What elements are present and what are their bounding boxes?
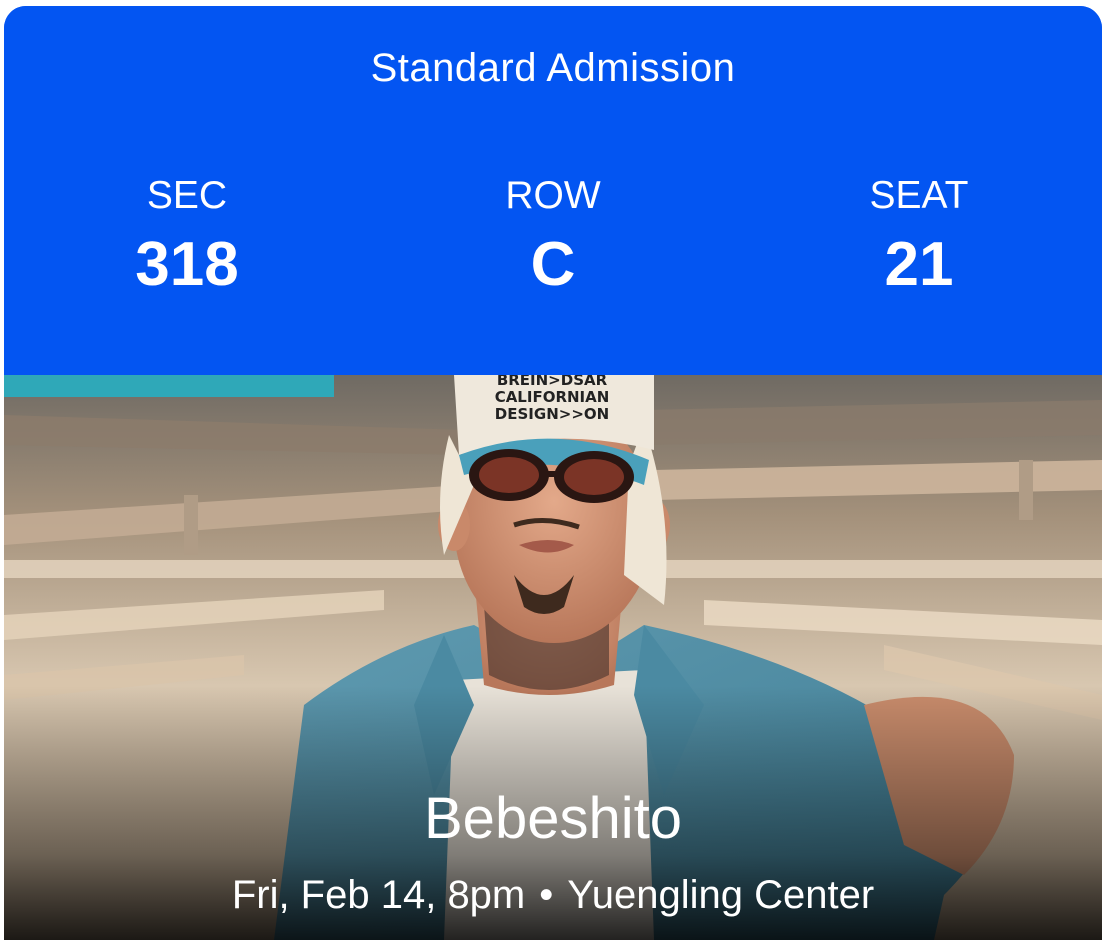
separator-dot: • — [539, 873, 554, 917]
section-value: 318 — [135, 230, 239, 299]
seat-info: SEAT 21 — [779, 174, 1059, 302]
seat-label: SEAT — [869, 174, 969, 217]
section-label: SEC — [146, 174, 228, 217]
event-details: Fri, Feb 14, 8pm • Yuengling Center — [4, 871, 1102, 919]
event-photo: BREIN>DSARCALIFORNIANDESIGN>>ON Bebeshit… — [4, 375, 1102, 940]
event-date-time: Fri, Feb 14, 8pm — [231, 873, 526, 917]
artist-photo-illustration: BREIN>DSARCALIFORNIANDESIGN>>ON — [4, 375, 1102, 940]
ticket-card[interactable]: Standard Admission SEC 318 ROW C SEAT 21 — [4, 6, 1102, 940]
row-label: ROW — [505, 174, 601, 217]
row-value: C — [530, 230, 576, 299]
admission-type: Standard Admission — [370, 46, 736, 90]
row-info: ROW C — [413, 174, 693, 302]
seat-value: 21 — [884, 230, 954, 299]
artist-name: Bebeshito — [424, 786, 682, 851]
ticket-header: Standard Admission SEC 318 ROW C SEAT 21 — [4, 6, 1102, 375]
section-info: SEC 318 — [47, 174, 327, 302]
event-venue: Yuengling Center — [567, 873, 875, 917]
